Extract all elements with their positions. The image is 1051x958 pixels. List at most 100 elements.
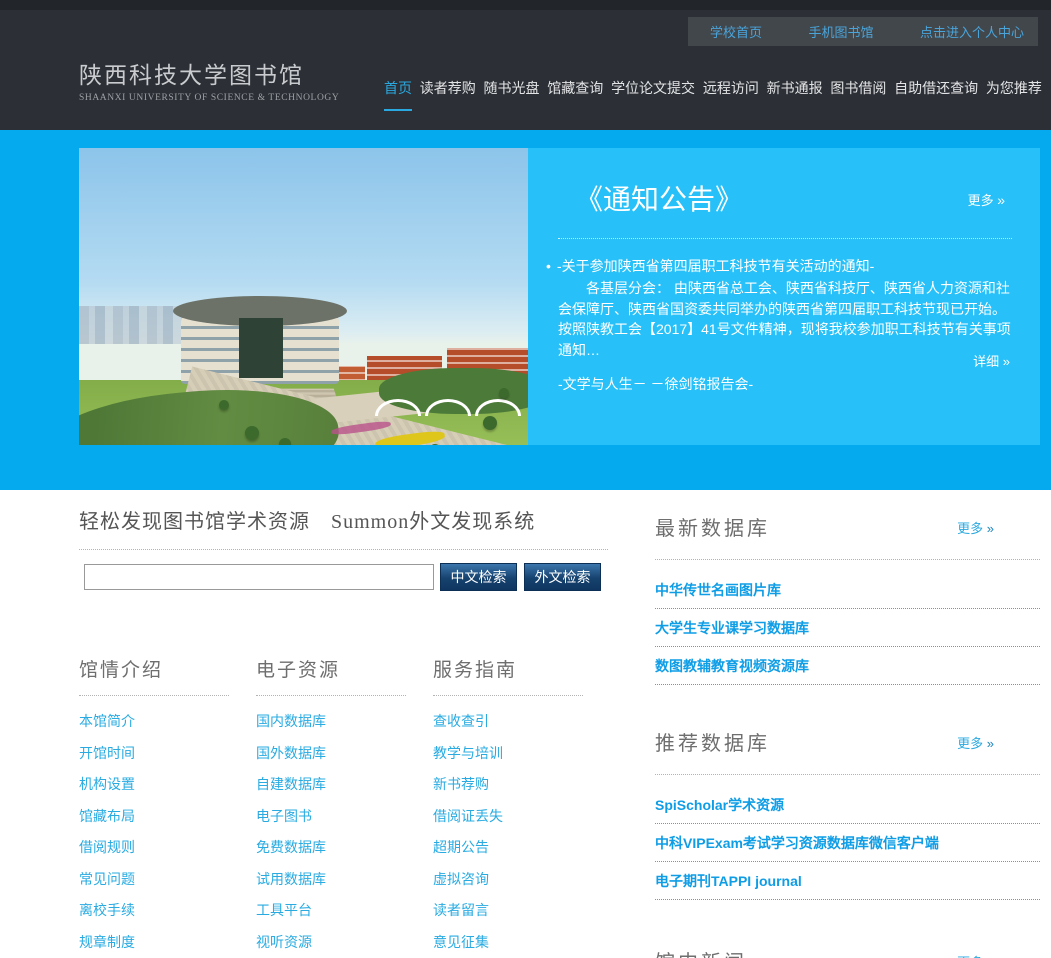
topbar: 学校首页 手机图书馆 点击进入个人中心	[688, 17, 1038, 46]
link-citation-check[interactable]: 查收查引	[433, 713, 489, 729]
topbar-link-personal-center[interactable]: 点击进入个人中心	[920, 22, 1024, 41]
nav-book-cd[interactable]: 随书光盘	[484, 78, 540, 111]
list-item: 自建数据库	[256, 769, 406, 801]
list-item: 离校手续	[79, 895, 229, 927]
nav-catalog-search[interactable]: 馆藏查询	[547, 78, 603, 111]
library-news-more-link[interactable]: 更多 »	[957, 952, 994, 958]
sidebar-divider	[655, 774, 1040, 775]
list-item: 借阅证丢失	[433, 801, 583, 833]
notice-item-title[interactable]: -关于参加陕西省第四届职工科技节有关活动的通知-	[557, 258, 874, 274]
double-chevron-right-icon: »	[997, 192, 1005, 208]
foreign-search-button[interactable]: 外文检索	[524, 563, 601, 591]
column-divider	[256, 695, 406, 696]
list-item: 常见问题	[79, 864, 229, 896]
nav-reader-recommend[interactable]: 读者荐购	[420, 78, 476, 111]
campus-photo	[79, 148, 528, 445]
link-virtual-reference[interactable]: 虚拟咨询	[433, 871, 489, 887]
link-reader-message[interactable]: 读者留言	[433, 902, 489, 918]
nav-recommended-for-you[interactable]: 为您推荐	[986, 78, 1042, 111]
database-list-item: 数图教辅教育视频资源库	[655, 647, 1040, 685]
link-collection-layout[interactable]: 馆藏布局	[79, 808, 135, 824]
notice-more-link[interactable]: 更多 »	[968, 190, 1005, 209]
list-item: 馆藏布局	[79, 801, 229, 833]
notice-item[interactable]: • -关于参加陕西省第四届职工科技节有关活动的通知-	[546, 256, 1012, 276]
chinese-search-button[interactable]: 中文检索	[440, 563, 517, 591]
bullet-icon: •	[546, 258, 551, 274]
link-leaving-procedure[interactable]: 离校手续	[79, 902, 135, 918]
db-link-tappi-journal[interactable]: 电子期刊TAPPI journal	[655, 873, 802, 889]
link-av-resources[interactable]: 视听资源	[256, 934, 312, 950]
sidebar-divider	[655, 559, 1040, 560]
link-tool-platform[interactable]: 工具平台	[256, 902, 312, 918]
db-link-vipexam-wechat[interactable]: 中科VIPExam考试学习资源数据库微信客户端	[655, 835, 939, 851]
column-title: 服务指南	[433, 655, 583, 682]
list-item: 新书荐购	[433, 769, 583, 801]
nav-home[interactable]: 首页	[384, 78, 412, 111]
link-domestic-databases[interactable]: 国内数据库	[256, 713, 326, 729]
list-item: 本馆简介	[79, 706, 229, 738]
column-divider	[433, 695, 583, 696]
site-header: 学校首页 手机图书馆 点击进入个人中心 陕西科技大学图书馆 SHAANXI UN…	[0, 0, 1051, 130]
topbar-link-mobile-library[interactable]: 手机图书馆	[808, 22, 873, 41]
link-foreign-databases[interactable]: 国外数据库	[256, 745, 326, 761]
link-new-book-recommend[interactable]: 新书荐购	[433, 776, 489, 792]
notice-panel: 《通知公告》 更多 » •-关于参加陕西省第四届职工科技节有关活动的通知- 各基…	[528, 148, 1040, 445]
link-regulations[interactable]: 规章制度	[79, 934, 135, 950]
double-chevron-right-icon: »	[987, 736, 994, 751]
nav-self-checkout-query[interactable]: 自助借还查询	[894, 78, 978, 111]
list-item: 国外数据库	[256, 738, 406, 770]
link-lost-card[interactable]: 借阅证丢失	[433, 808, 503, 824]
link-trial-databases[interactable]: 试用数据库	[256, 871, 326, 887]
list-item: 机构设置	[79, 769, 229, 801]
link-borrow-rules[interactable]: 借阅规则	[79, 839, 135, 855]
list-item: 免费数据库	[256, 832, 406, 864]
link-feedback[interactable]: 意见征集	[433, 934, 489, 950]
topbar-link-school-home[interactable]: 学校首页	[710, 22, 762, 41]
column-e-resources: 电子资源 国内数据库 国外数据库 自建数据库 电子图书 免费数据库 试用数据库 …	[256, 655, 406, 958]
photo-tree	[219, 400, 229, 410]
brand-logo: 陕西科技大学图书馆 SHAANXI UNIVERSITY OF SCIENCE …	[79, 56, 339, 103]
link-opening-hours[interactable]: 开馆时间	[79, 745, 135, 761]
db-link-spischolar[interactable]: SpiScholar学术资源	[655, 797, 784, 813]
notice-divider	[558, 238, 1012, 239]
link-faq[interactable]: 常见问题	[79, 871, 135, 887]
nav-remote-access[interactable]: 远程访问	[703, 78, 759, 111]
search-input[interactable]	[84, 564, 434, 590]
column-service-guide: 服务指南 查收查引 教学与培训 新书荐购 借阅证丢失 超期公告 虚拟咨询 读者留…	[433, 655, 583, 958]
double-chevron-right-icon: »	[987, 521, 994, 536]
hero-band: 《通知公告》 更多 » •-关于参加陕西省第四届职工科技节有关活动的通知- 各基…	[0, 130, 1051, 490]
library-homepage: 学校首页 手机图书馆 点击进入个人中心 陕西科技大学图书馆 SHAANXI UN…	[0, 0, 1051, 958]
list-item: 查收查引	[433, 706, 583, 738]
link-self-built-databases[interactable]: 自建数据库	[256, 776, 326, 792]
more-label: 更多	[957, 736, 983, 751]
list-item: 超期公告	[433, 832, 583, 864]
list-item: 试用数据库	[256, 864, 406, 896]
database-list-item: 大学生专业课学习数据库	[655, 609, 1040, 647]
link-free-databases[interactable]: 免费数据库	[256, 839, 326, 855]
nav-new-book-report[interactable]: 新书通报	[767, 78, 823, 111]
photo-tree	[245, 426, 259, 440]
db-link-college-courses[interactable]: 大学生专业课学习数据库	[655, 620, 809, 636]
nav-book-borrow[interactable]: 图书借阅	[830, 78, 886, 111]
column-library-intro: 馆情介绍 本馆简介 开馆时间 机构设置 馆藏布局 借阅规则 常见问题 离校手续 …	[79, 655, 229, 958]
recommended-databases-more-link[interactable]: 更多 »	[957, 733, 994, 752]
section-divider	[79, 549, 608, 550]
notice-panel-title: 《通知公告》	[575, 178, 743, 218]
list-item: 电子图书	[256, 801, 406, 833]
nav-thesis-submit[interactable]: 学位论文提交	[611, 78, 695, 111]
notice-item[interactable]: -文学与人生－ －徐剑铭报告会-	[558, 374, 753, 394]
link-ebooks[interactable]: 电子图书	[256, 808, 312, 824]
link-overdue-notice[interactable]: 超期公告	[433, 839, 489, 855]
link-library-overview[interactable]: 本馆简介	[79, 713, 135, 729]
database-list-item: 电子期刊TAPPI journal	[655, 862, 1040, 900]
database-list-item: 中华传世名画图片库	[655, 571, 1040, 609]
link-teaching-training[interactable]: 教学与培训	[433, 745, 503, 761]
db-link-education-video[interactable]: 数图教辅教育视频资源库	[655, 658, 809, 674]
list-item: 教学与培训	[433, 738, 583, 770]
link-organization[interactable]: 机构设置	[79, 776, 135, 792]
notice-detail-link[interactable]: 详细 »	[973, 351, 1010, 370]
latest-databases-more-link[interactable]: 更多 »	[957, 518, 994, 537]
header-top-strip	[0, 0, 1051, 10]
db-link-chinese-paintings[interactable]: 中华传世名画图片库	[655, 582, 781, 598]
column-divider	[79, 695, 229, 696]
